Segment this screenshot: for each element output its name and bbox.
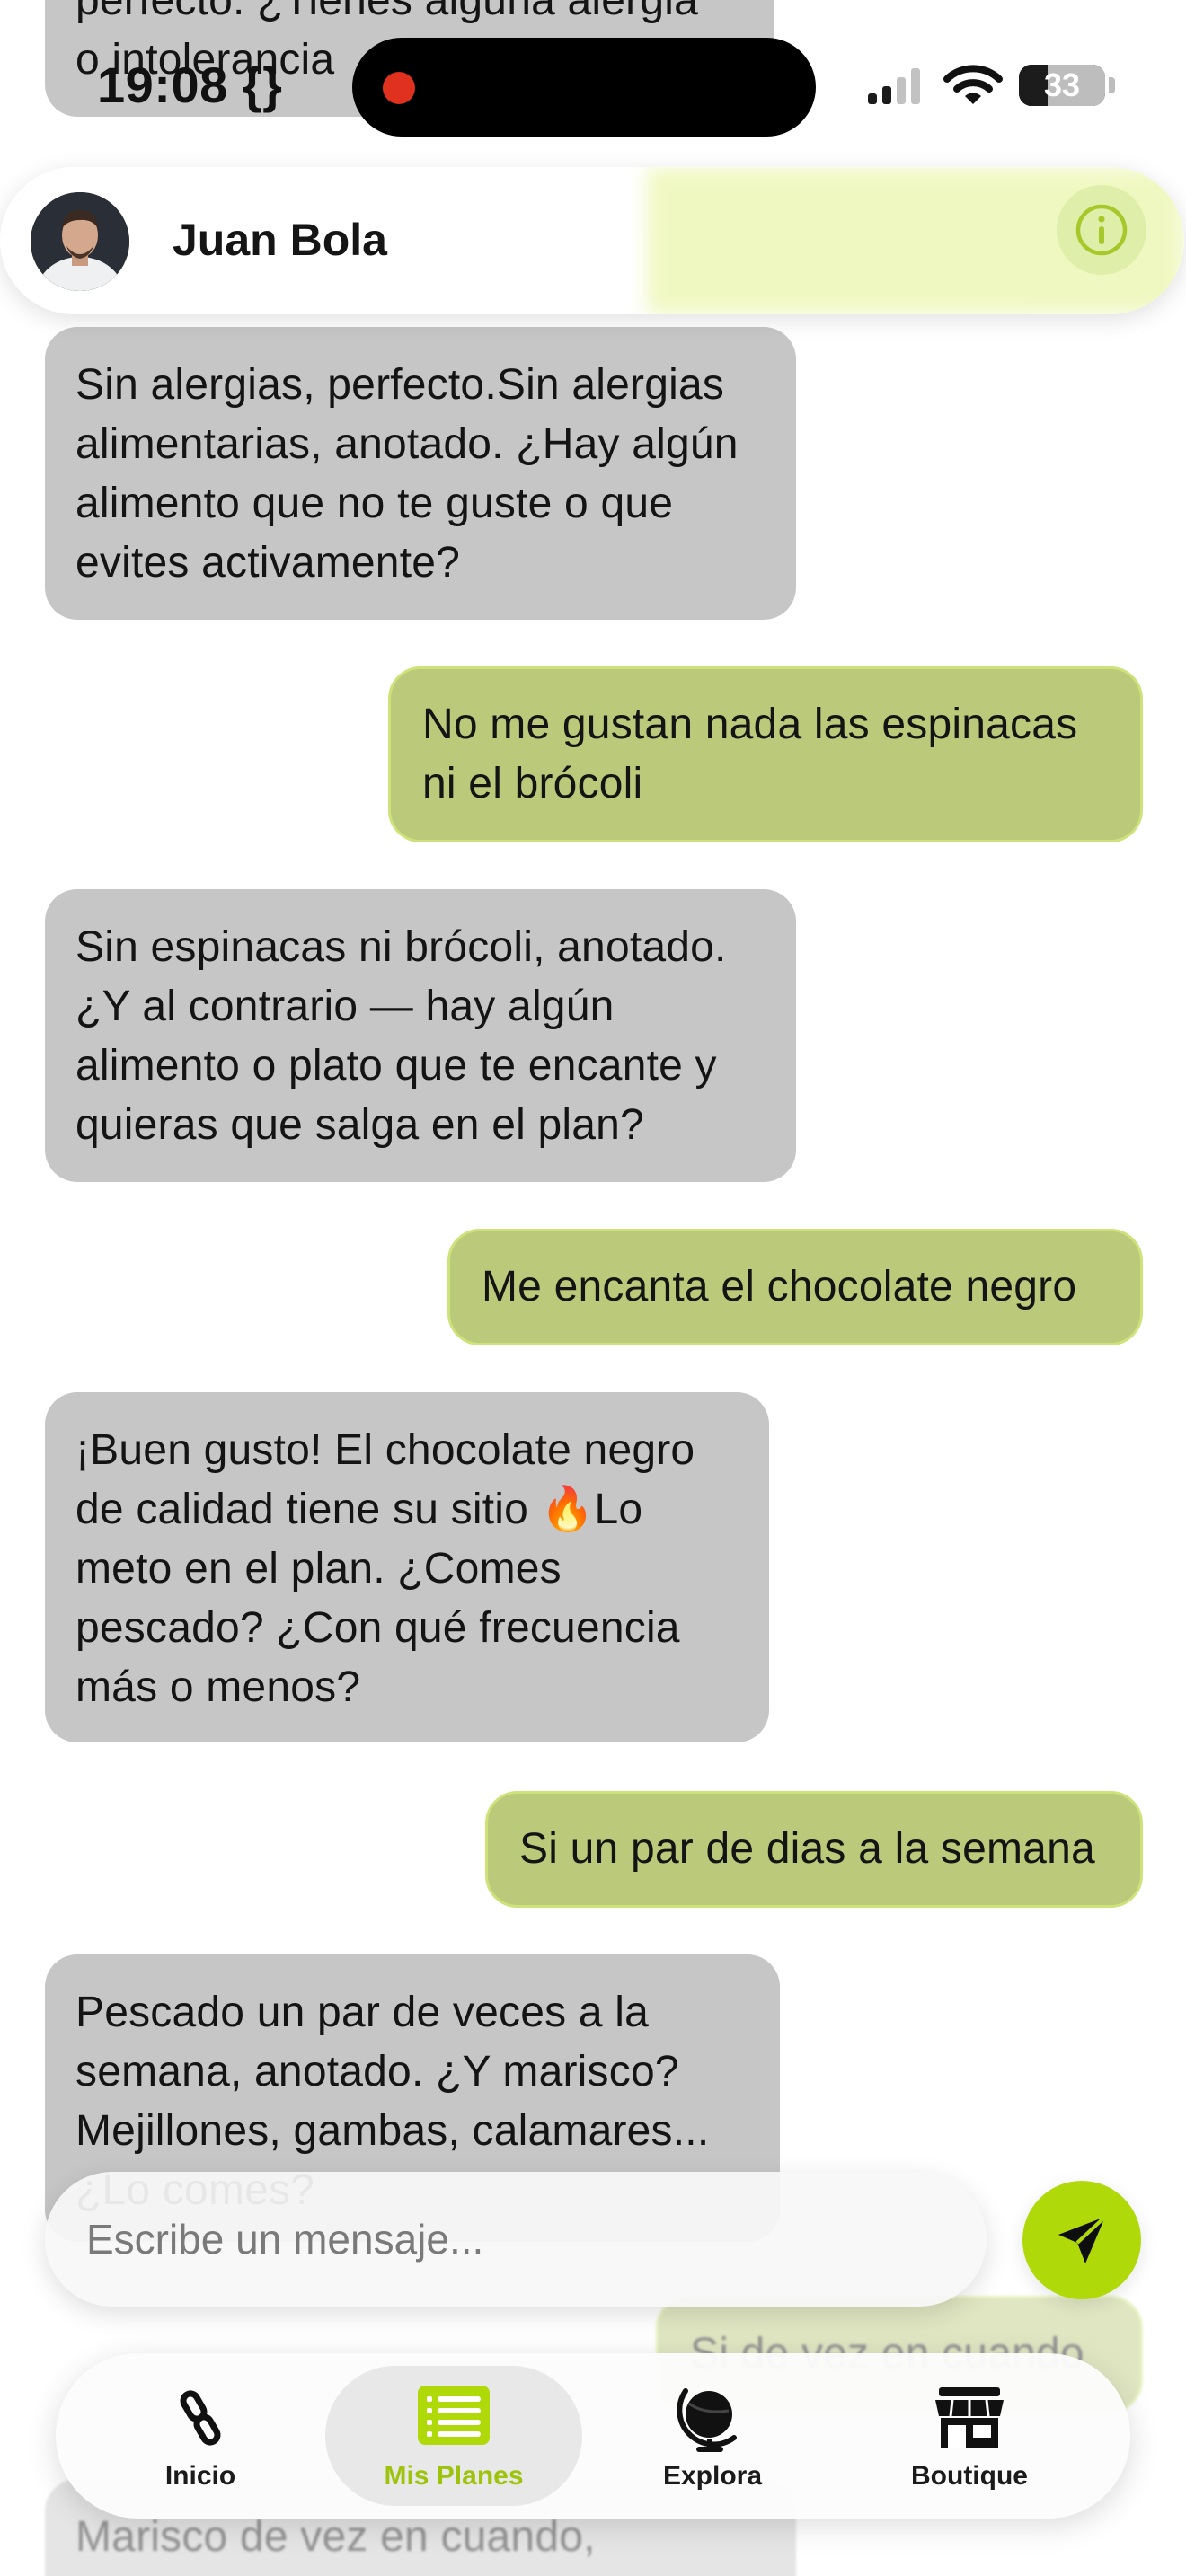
tab-mis-planes-label: Mis Planes [384, 2461, 524, 2491]
bot-message: Sin espinacas ni brócoli, anotado. ¿Y al… [45, 889, 796, 1182]
contact-name: Juan Bola [173, 215, 387, 265]
info-button[interactable] [1057, 185, 1146, 275]
tab-boutique[interactable]: Boutique [841, 2366, 1098, 2506]
bottom-tab-bar: Inicio Mis Planes Explora Boutique [56, 2353, 1130, 2519]
store-icon [935, 2387, 1004, 2448]
bot-message: Sin alergias, perfecto.Sin alergias alim… [45, 327, 796, 620]
user-message: Me encanta el chocolate negro [447, 1229, 1143, 1345]
chat-header: Juan Bola [0, 167, 1184, 314]
tab-boutique-label: Boutique [911, 2461, 1028, 2491]
tab-inicio[interactable]: Inicio [72, 2366, 329, 2506]
bot-message: perfecto. ¿Tienes alguna alergia o intol… [45, 0, 774, 117]
info-icon [1075, 204, 1128, 256]
bot-message: ¡Buen gusto! El chocolate negro de calid… [45, 1392, 769, 1742]
message-input[interactable] [86, 2172, 949, 2307]
tab-explora-label: Explora [662, 2461, 763, 2491]
avatar[interactable] [31, 192, 129, 291]
tab-inicio-label: Inicio [164, 2461, 236, 2491]
tab-mis-planes[interactable]: Mis Planes [325, 2366, 582, 2506]
send-button[interactable] [1022, 2181, 1141, 2299]
link-icon [180, 2390, 221, 2446]
message-composer [45, 2172, 987, 2307]
globe-icon [677, 2388, 737, 2452]
list-icon [418, 2386, 490, 2445]
tab-explora[interactable]: Explora [584, 2366, 841, 2506]
send-icon [1058, 2215, 1107, 2263]
user-message: Si un par de dias a la semana [485, 1791, 1143, 1908]
user-message: No me gustan nada las espinacas ni el br… [388, 666, 1143, 842]
